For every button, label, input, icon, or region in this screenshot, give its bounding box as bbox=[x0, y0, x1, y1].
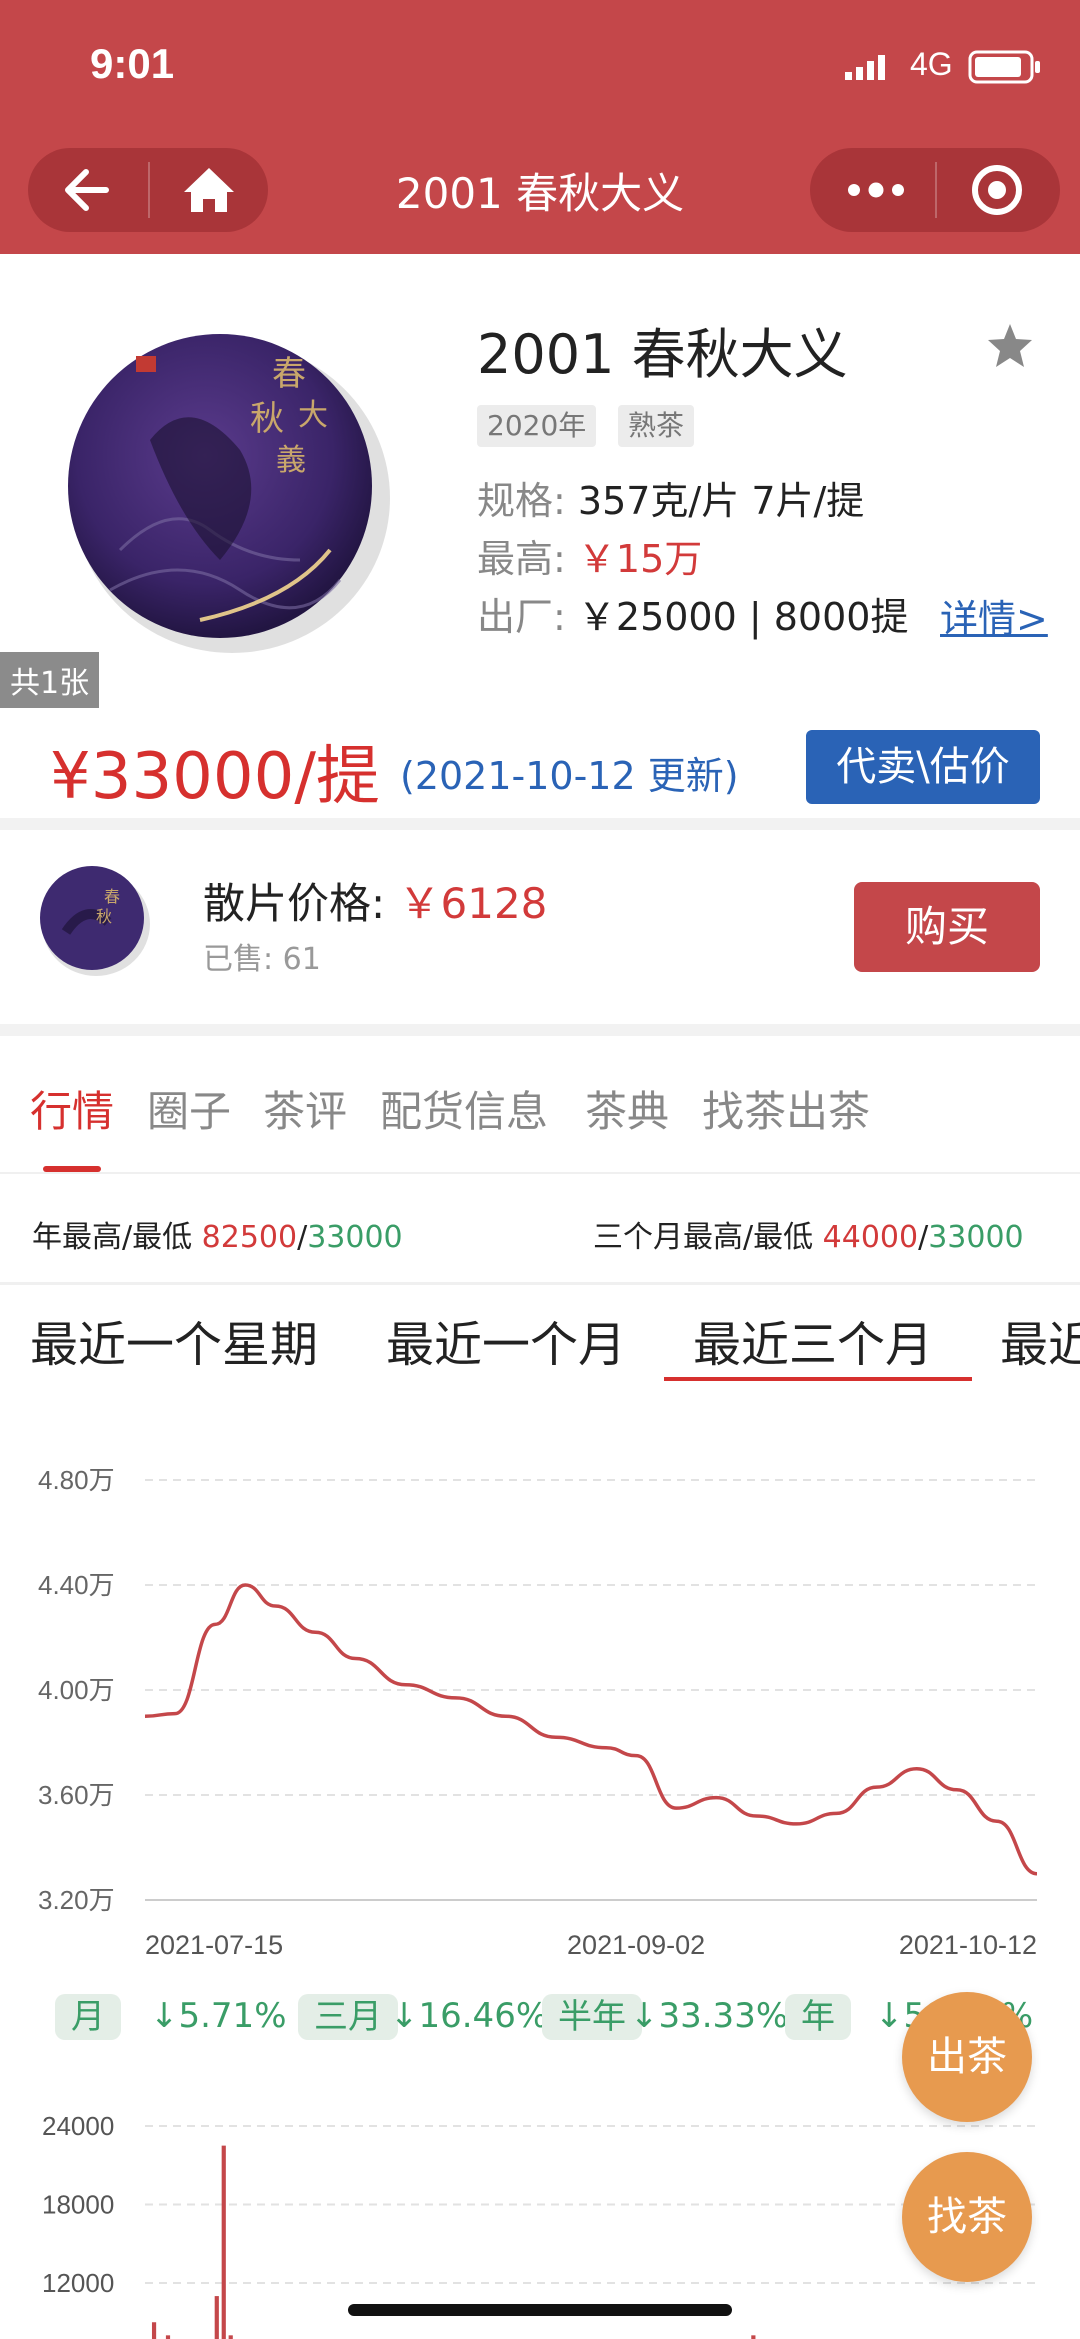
home-indicator bbox=[348, 2304, 732, 2316]
product-image[interactable]: 春 秋 大 義 bbox=[40, 300, 420, 680]
y-tick-label: 3.20万 bbox=[38, 1885, 115, 1915]
x-tick-label: 2021-09-02 bbox=[567, 1930, 705, 1960]
volume-bar bbox=[751, 2335, 756, 2339]
volume-bar bbox=[221, 2145, 226, 2339]
signal-icon bbox=[845, 54, 897, 84]
change-value-halfyear: ↓33.33% bbox=[630, 1996, 789, 2036]
price-series-line bbox=[144, 1583, 1038, 1876]
range-week[interactable]: 最近一个星期 bbox=[30, 1305, 318, 1375]
more-button[interactable] bbox=[810, 148, 935, 232]
svg-text:秋: 秋 bbox=[96, 907, 112, 926]
loose-price-label: 散片价格: bbox=[203, 879, 386, 928]
y-tick-label: 3.60万 bbox=[38, 1780, 115, 1810]
tab-encyclopedia[interactable]: 茶典 bbox=[585, 1078, 669, 1139]
range-3months[interactable]: 最近三个月 bbox=[693, 1305, 933, 1375]
svg-text:春: 春 bbox=[104, 887, 120, 906]
tab-circle[interactable]: 圈子 bbox=[147, 1078, 231, 1139]
buy-button[interactable]: 购买 bbox=[854, 882, 1040, 972]
svg-text:秋: 秋 bbox=[250, 399, 284, 439]
high-label: 最高: bbox=[477, 537, 566, 581]
tab-review[interactable]: 茶评 bbox=[263, 1078, 347, 1139]
high-value: ￥15万 bbox=[577, 537, 703, 581]
favorite-star-icon[interactable] bbox=[985, 322, 1035, 374]
change-tag-halfyear: 半年 bbox=[542, 1994, 642, 2040]
x-tick-label: 2021-07-15 bbox=[145, 1930, 283, 1960]
quarter-hl-label: 三个月最高/最低 bbox=[593, 1220, 814, 1255]
y-tick-label: 4.00万 bbox=[38, 1675, 115, 1705]
factory-value: ￥25000 | 8000提 bbox=[577, 595, 909, 639]
volume-bar bbox=[151, 2322, 157, 2339]
year-high-low: 年最高/最低 82500/33000 bbox=[32, 1212, 403, 1256]
current-price: ¥33000/提 bbox=[50, 740, 380, 814]
tab-border bbox=[0, 1172, 1080, 1174]
quarter-high: 44000 bbox=[822, 1220, 919, 1255]
highlow-border bbox=[0, 1282, 1080, 1285]
status-time: 9:01 bbox=[90, 40, 175, 87]
volume-bar bbox=[165, 2335, 171, 2339]
consign-estimate-button[interactable]: 代卖\估价 bbox=[806, 730, 1040, 804]
change-tag-quarter: 三月 bbox=[298, 1994, 398, 2040]
year-hl-label: 年最高/最低 bbox=[32, 1220, 193, 1255]
y-tick-label: 4.40万 bbox=[38, 1570, 115, 1600]
sold-count: 已售: 61 bbox=[203, 942, 321, 977]
year-low: 33000 bbox=[307, 1220, 403, 1255]
y-tick-label: 12000 bbox=[42, 2268, 114, 2298]
find-tea-fab[interactable]: 找茶 bbox=[902, 2152, 1032, 2282]
tab-allocation[interactable]: 配货信息 bbox=[380, 1078, 548, 1139]
svg-text:大: 大 bbox=[298, 398, 328, 433]
x-tick-label: 2021-10-12 bbox=[899, 1930, 1037, 1960]
volume-bar bbox=[214, 2296, 219, 2339]
tab-market[interactable]: 行情 bbox=[30, 1078, 114, 1139]
change-value-quarter: ↓16.46% bbox=[390, 1996, 549, 2036]
y-tick-label: 4.80万 bbox=[38, 1465, 115, 1495]
target-icon bbox=[972, 165, 1022, 215]
range-more[interactable]: 最近 bbox=[1000, 1305, 1080, 1375]
section-divider bbox=[0, 1024, 1080, 1036]
loose-piece-image: 春秋 bbox=[36, 862, 152, 978]
sell-tea-fab[interactable]: 出茶 bbox=[902, 1992, 1032, 2122]
high-row: 最高: ￥15万 bbox=[477, 528, 702, 583]
price-line-chart: 4.80万 4.40万 4.00万 3.60万 3.20万 2021-07-15 2021-… bbox=[38, 1465, 1038, 1960]
range-month[interactable]: 最近一个月 bbox=[386, 1305, 626, 1375]
volume-bar bbox=[228, 2335, 233, 2339]
svg-text:春: 春 bbox=[272, 354, 306, 394]
network-label: 4G bbox=[910, 46, 953, 82]
tab-find-sell[interactable]: 找茶出茶 bbox=[702, 1078, 870, 1139]
slash: / bbox=[918, 1220, 929, 1255]
change-tag-year: 年 bbox=[785, 1994, 851, 2040]
tab-active-underline bbox=[43, 1166, 101, 1172]
type-tag: 熟茶 bbox=[618, 405, 695, 447]
tab-bar: 行情 圈子 茶评 配货信息 茶典 找茶出茶 bbox=[0, 1070, 1080, 1170]
svg-text:義: 義 bbox=[276, 443, 306, 478]
range-active-underline bbox=[664, 1377, 972, 1381]
quarter-low: 33000 bbox=[928, 1220, 1024, 1255]
battery-icon bbox=[968, 50, 1042, 88]
y-tick-label: 18000 bbox=[42, 2190, 114, 2220]
spec-row: 规格: 357克/片 7片/提 bbox=[477, 470, 864, 525]
quarter-high-low: 三个月最高/最低 44000/33000 bbox=[593, 1212, 1024, 1256]
close-miniprogram-button[interactable] bbox=[937, 148, 1060, 232]
product-title: 2001 春秋大义 bbox=[477, 323, 848, 386]
detail-link[interactable]: 详情> bbox=[940, 588, 1048, 643]
spec-value: 357克/片 7片/提 bbox=[577, 479, 865, 523]
factory-row: 出厂: ￥25000 | 8000提 bbox=[477, 586, 908, 641]
change-tag-month: 月 bbox=[55, 1994, 121, 2040]
year-tag: 2020年 bbox=[477, 405, 597, 447]
section-divider bbox=[0, 818, 1080, 830]
image-count-badge: 共1张 bbox=[0, 652, 100, 708]
loose-price-value: ￥6128 bbox=[398, 879, 548, 928]
slash: / bbox=[297, 1220, 308, 1255]
y-tick-label: 24000 bbox=[42, 2111, 114, 2141]
price-update-date: (2021-10-12 更新) bbox=[400, 754, 739, 798]
year-high: 82500 bbox=[201, 1220, 298, 1255]
change-value-month: ↓5.71% bbox=[150, 1996, 287, 2036]
spec-label: 规格: bbox=[477, 479, 566, 523]
more-dots-icon bbox=[848, 182, 904, 198]
range-more-clip: 最近 bbox=[1000, 1290, 1080, 1380]
loose-price: 散片价格: ￥6128 bbox=[203, 870, 547, 931]
factory-label: 出厂: bbox=[477, 595, 566, 639]
